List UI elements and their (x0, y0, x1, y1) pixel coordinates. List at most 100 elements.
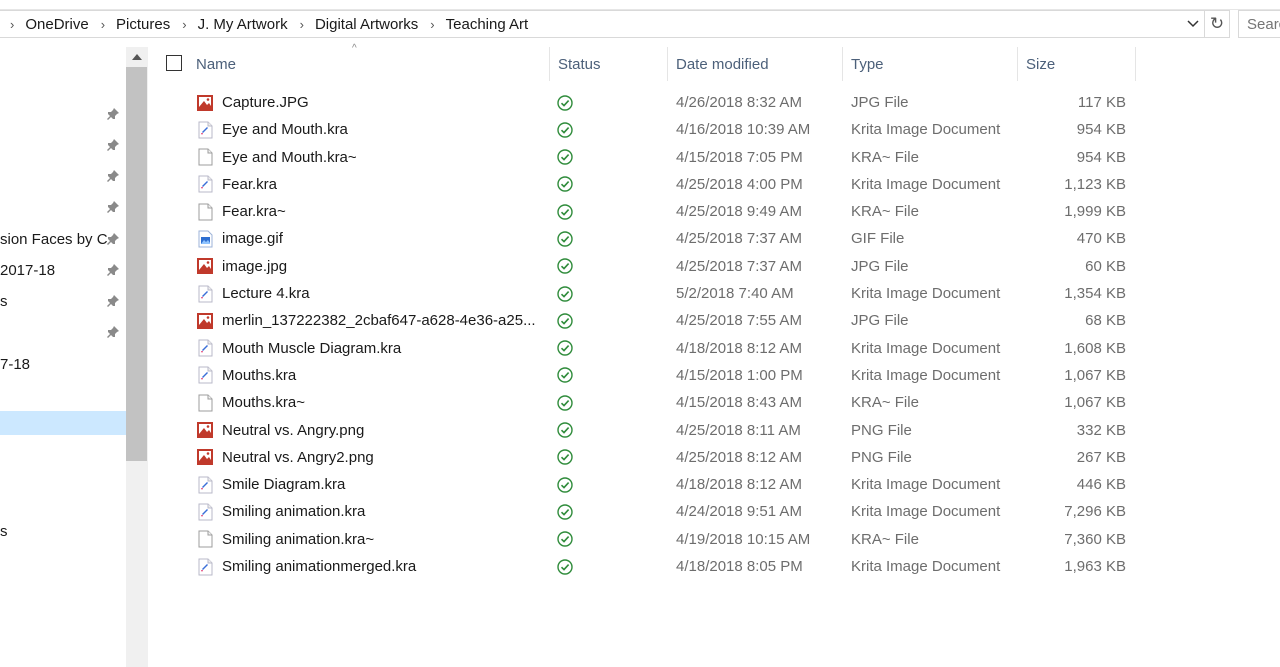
column-status[interactable]: Status (550, 47, 668, 81)
file-name[interactable]: Fear.kra~ (222, 198, 542, 225)
sync-status-icon (556, 389, 574, 416)
table-row[interactable]: Neutral vs. Angry.png 4/25/2018 8:11 AM PN… (150, 417, 1136, 444)
breadcrumb-pictures[interactable]: Pictures (114, 16, 172, 33)
address-history-button[interactable] (1183, 14, 1203, 34)
table-row[interactable]: Mouths.kra~ 4/15/2018 8:43 AM KRA~ File 1,0… (150, 389, 1136, 416)
table-row[interactable]: Smile Diagram.kra 4/18/2018 8:12 AM Krita … (150, 471, 1136, 498)
file-name[interactable]: Mouths.kra (222, 362, 542, 389)
file-name[interactable]: Mouths.kra~ (222, 389, 542, 416)
nav-scrollbar[interactable] (126, 47, 147, 667)
pin-icon[interactable] (106, 200, 120, 214)
table-row[interactable]: Fear.kra 4/25/2018 4:00 PM Krita Image Doc… (150, 171, 1136, 198)
sync-status-icon (556, 417, 574, 444)
file-name[interactable]: image.gif (222, 225, 542, 252)
select-all-checkbox[interactable] (166, 55, 182, 71)
table-row[interactable]: Smiling animationmerged.kra 4/18/2018 8:0… (150, 553, 1136, 580)
nav-item[interactable] (0, 411, 126, 435)
table-row[interactable]: Smiling animation.kra 4/24/2018 9:51 AM Kr… (150, 498, 1136, 525)
nav-item[interactable] (0, 195, 126, 219)
nav-item[interactable]: s (0, 289, 126, 313)
table-row[interactable]: Fear.kra~ 4/25/2018 9:49 AM KRA~ File 1,999… (150, 198, 1136, 225)
pin-icon[interactable] (106, 138, 120, 152)
breadcrumb-my-artwork[interactable]: J. My Artwork (196, 16, 290, 33)
file-type: PNG File (851, 421, 912, 439)
breadcrumb-onedrive[interactable]: OneDrive (23, 16, 90, 33)
file-name[interactable]: Lecture 4.kra (222, 280, 542, 307)
table-row[interactable]: image.jpg 4/25/2018 7:37 AM JPG File 60 KB (150, 253, 1136, 280)
column-type[interactable]: Type (843, 47, 1018, 81)
table-row[interactable]: Eye and Mouth.kra 4/16/2018 10:39 AM Krita… (150, 116, 1136, 143)
file-name[interactable]: Smiling animation.kra (222, 498, 542, 525)
file-date-modified: 4/25/2018 8:12 AM (676, 448, 802, 466)
table-row[interactable]: Lecture 4.kra 5/2/2018 7:40 AM Krita Image… (150, 280, 1136, 307)
column-date-modified[interactable]: Date modified (668, 47, 843, 81)
table-row[interactable]: Mouth Muscle Diagram.kra 4/18/2018 8:12 A… (150, 335, 1136, 362)
file-type: KRA~ File (851, 394, 919, 412)
file-size: 60 KB (1085, 257, 1126, 275)
scroll-thumb[interactable] (126, 67, 147, 461)
image-file-icon (196, 417, 214, 444)
file-name[interactable]: Eye and Mouth.kra~ (222, 144, 542, 171)
nav-item[interactable]: 7-18 (0, 352, 126, 376)
breadcrumb-separator-icon[interactable]: › (101, 17, 105, 32)
pin-icon[interactable] (106, 325, 120, 339)
nav-item[interactable] (0, 320, 126, 344)
file-type: JPG File (851, 94, 909, 111)
file-name[interactable]: Fear.kra (222, 171, 542, 198)
breadcrumb-digital-artworks[interactable]: Digital Artworks (313, 16, 420, 33)
file-name[interactable]: Smile Diagram.kra (222, 471, 542, 498)
pin-icon[interactable] (106, 232, 120, 246)
file-name[interactable]: Mouth Muscle Diagram.kra (222, 335, 542, 362)
table-row[interactable]: image.gif 4/25/2018 7:37 AM GIF File 470 KB (150, 225, 1136, 252)
table-row[interactable]: Capture.JPG 4/26/2018 8:32 AM JPG File 117 … (150, 89, 1136, 116)
breadcrumb-teaching-art[interactable]: Teaching Art (444, 16, 531, 33)
file-type: Krita Image Document (851, 175, 1001, 193)
pin-icon[interactable] (106, 263, 120, 277)
pin-icon[interactable] (106, 107, 120, 121)
file-size: 117 KB (1077, 94, 1126, 111)
file-name[interactable]: Eye and Mouth.kra (222, 116, 542, 143)
search-input[interactable] (1239, 11, 1280, 37)
nav-item[interactable] (0, 102, 126, 126)
breadcrumb-separator-icon[interactable]: › (300, 17, 304, 32)
title-bar-strip (0, 0, 1280, 10)
file-type: GIF File (851, 230, 905, 248)
nav-item[interactable]: s (0, 519, 126, 543)
table-row[interactable]: Mouths.kra 4/15/2018 1:00 PM Krita Image D… (150, 362, 1136, 389)
nav-item[interactable]: 2017-18 (0, 258, 126, 282)
table-row[interactable]: Smiling animation.kra~ 4/19/2018 10:15 AM… (150, 526, 1136, 553)
scroll-up-button[interactable] (126, 47, 147, 67)
table-row[interactable]: Eye and Mouth.kra~ 4/15/2018 7:05 PM KRA~ … (150, 144, 1136, 171)
file-date-modified: 4/25/2018 7:37 AM (676, 257, 802, 275)
breadcrumb-separator-icon[interactable]: › (182, 17, 186, 32)
column-size[interactable]: Size (1018, 47, 1136, 81)
address-bar[interactable]: › OneDrive › Pictures › J. My Artwork › … (0, 10, 1230, 38)
file-type: JPG File (851, 257, 909, 275)
file-name[interactable]: image.jpg (222, 253, 542, 280)
file-name[interactable]: Neutral vs. Angry2.png (222, 444, 542, 471)
file-date-modified: 4/25/2018 7:55 AM (676, 312, 802, 330)
nav-item[interactable] (0, 133, 126, 157)
search-box[interactable] (1238, 10, 1280, 38)
file-name[interactable]: Capture.JPG (222, 89, 542, 116)
file-type: Krita Image Document (851, 121, 1001, 139)
pin-icon[interactable] (106, 169, 120, 183)
table-row[interactable]: merlin_137222382_2cbaf647-a628-4e36-a25.… (150, 307, 1136, 334)
pane-divider[interactable] (147, 47, 148, 667)
sync-status-icon (556, 335, 574, 362)
file-name[interactable]: merlin_137222382_2cbaf647-a628-4e36-a25.… (222, 307, 542, 334)
file-name[interactable]: Smiling animationmerged.kra (222, 553, 542, 580)
column-name[interactable]: Name (188, 47, 550, 81)
file-name[interactable]: Smiling animation.kra~ (222, 526, 542, 553)
sync-status-icon (556, 253, 574, 280)
nav-item[interactable]: sion Faces by C (0, 227, 126, 251)
sync-status-icon (556, 144, 574, 171)
table-row[interactable]: Neutral vs. Angry2.png 4/25/2018 8:12 AM P… (150, 444, 1136, 471)
nav-item-label: 2017-18 (0, 261, 56, 279)
file-name[interactable]: Neutral vs. Angry.png (222, 417, 542, 444)
breadcrumb-separator-icon[interactable]: › (430, 17, 434, 32)
nav-item-label: sion Faces by C (0, 230, 108, 248)
refresh-button[interactable]: ↻ (1204, 11, 1229, 37)
nav-item[interactable] (0, 164, 126, 188)
pin-icon[interactable] (106, 294, 120, 308)
